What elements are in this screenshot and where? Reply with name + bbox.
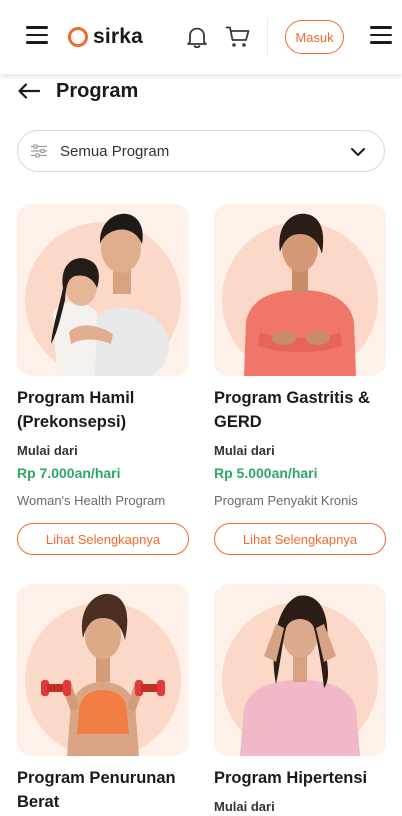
couple-photo <box>51 213 169 376</box>
program-image[interactable] <box>214 584 386 756</box>
program-title: Program Hamil (Prekonsepsi) <box>17 389 135 431</box>
see-more-button[interactable]: Lihat Selengkapnya <box>17 523 189 555</box>
program-title: Program Penurunan Berat <box>17 769 176 811</box>
cart-icon[interactable] <box>225 24 251 50</box>
dumbbell-woman-photo <box>41 593 165 756</box>
program-filter-select[interactable]: Semua Program <box>17 130 385 172</box>
see-more-button[interactable]: Lihat Selengkapnya <box>214 523 386 555</box>
program-title: Program Hipertensi <box>214 769 368 787</box>
program-price: Rp 5.000an/hari <box>214 465 318 481</box>
program-title: Program Gastritis & GERD <box>214 389 370 431</box>
program-price: Rp 7.000an/hari <box>17 465 121 481</box>
back-arrow-icon[interactable] <box>18 83 40 99</box>
program-category: Program Penyakit Kronis <box>214 493 358 508</box>
program-category: Woman's Health Program <box>17 493 166 508</box>
price-prefix: Mulai dari <box>214 799 275 814</box>
program-card: Program Gastritis & GERD Mulai dari Rp 5… <box>214 204 386 555</box>
page-title: Program <box>56 79 139 102</box>
filter-selected-value: Semua Program <box>60 142 170 160</box>
filter-sliders-icon <box>30 144 48 158</box>
price-prefix: Mulai dari <box>17 443 78 458</box>
bell-icon[interactable] <box>184 24 210 50</box>
program-card: Program Hipertensi Mulai dari <box>214 584 386 814</box>
program-image[interactable] <box>214 204 386 376</box>
price-prefix: Mulai dari <box>214 443 275 458</box>
program-card: Program Penurunan Berat <box>17 584 189 814</box>
menu-icon[interactable] <box>26 26 48 44</box>
logo-ring-icon <box>68 27 88 47</box>
header-divider <box>267 18 268 56</box>
page-header: Program <box>18 76 138 106</box>
more-menu-icon[interactable] <box>370 26 392 44</box>
stomach-ache-photo <box>244 213 356 376</box>
logo-text: sirka <box>93 25 144 48</box>
sirka-logo[interactable]: sirka <box>68 25 144 48</box>
program-card: Program Hamil (Prekonsepsi) Mulai dari R… <box>17 204 189 555</box>
program-image[interactable] <box>17 204 189 376</box>
top-navbar: sirka Masuk <box>0 0 402 74</box>
headache-woman-photo <box>240 595 360 756</box>
chevron-down-icon <box>350 144 366 160</box>
login-button[interactable]: Masuk <box>285 20 344 54</box>
program-image[interactable] <box>17 584 189 756</box>
